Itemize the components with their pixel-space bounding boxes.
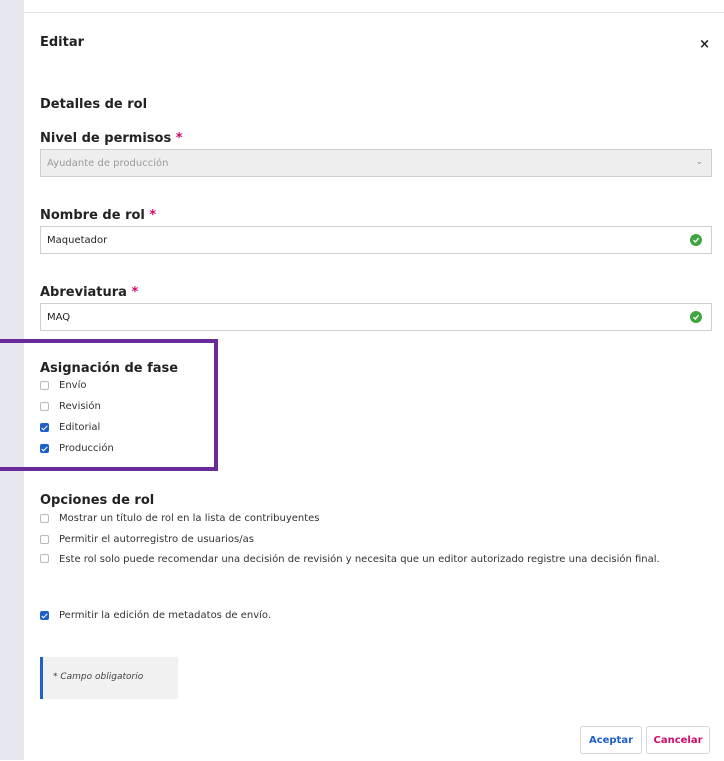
- dialog-title: Editar: [40, 35, 85, 50]
- required-mark: *: [149, 208, 157, 223]
- required-mark: *: [131, 285, 139, 300]
- permission-level-select[interactable]: Ayudante de producción ⌄: [40, 149, 712, 177]
- option-show-role-title[interactable]: Mostrar un título de rol en la lista de …: [40, 513, 320, 524]
- abbreviation-value: MAQ: [47, 312, 71, 323]
- abbreviation-label: Abreviatura *: [40, 285, 138, 300]
- close-icon[interactable]: ×: [699, 37, 710, 52]
- role-name-input[interactable]: Maquetador: [40, 226, 712, 254]
- accept-button[interactable]: Aceptar: [580, 726, 642, 754]
- chevron-down-icon: ⌄: [695, 157, 703, 167]
- cancel-button[interactable]: Cancelar: [646, 726, 710, 754]
- checkbox[interactable]: [40, 535, 49, 544]
- checkbox-checked[interactable]: [40, 611, 49, 620]
- checkbox-label: Permitir la edición de metadatos de enví…: [59, 610, 272, 621]
- abbreviation-label-text: Abreviatura: [40, 285, 127, 300]
- permission-level-value: Ayudante de producción: [47, 158, 169, 169]
- role-name-label-text: Nombre de rol: [40, 208, 145, 223]
- permission-level-label-text: Nivel de permisos: [40, 131, 172, 146]
- role-details-heading: Detalles de rol: [40, 97, 148, 112]
- checkbox-label: Permitir el autorregistro de usuarios/as: [59, 534, 254, 545]
- required-field-note: * Campo obligatorio: [40, 657, 178, 699]
- checkbox[interactable]: [40, 514, 49, 523]
- stage-assignment-highlight: [0, 339, 218, 471]
- option-self-registration[interactable]: Permitir el autorregistro de usuarios/as: [40, 534, 254, 545]
- role-name-label: Nombre de rol *: [40, 208, 156, 223]
- abbreviation-input[interactable]: MAQ: [40, 303, 712, 331]
- permission-level-label: Nivel de permisos *: [40, 131, 183, 146]
- required-field-note-text: * Campo obligatorio: [53, 672, 144, 682]
- checkbox-label: Este rol solo puede recomendar una decis…: [59, 554, 660, 565]
- role-options-heading: Opciones de rol: [40, 493, 155, 508]
- globe-check-icon[interactable]: [690, 311, 702, 323]
- role-name-value: Maquetador: [47, 235, 108, 246]
- globe-check-icon[interactable]: [690, 234, 702, 246]
- option-recommend-only[interactable]: Este rol solo puede recomendar una decis…: [40, 550, 700, 570]
- checkbox[interactable]: [40, 553, 49, 563]
- required-mark: *: [175, 131, 183, 146]
- option-metadata-edit[interactable]: Permitir la edición de metadatos de enví…: [40, 610, 271, 621]
- checkbox-label: Mostrar un título de rol en la lista de …: [59, 513, 320, 524]
